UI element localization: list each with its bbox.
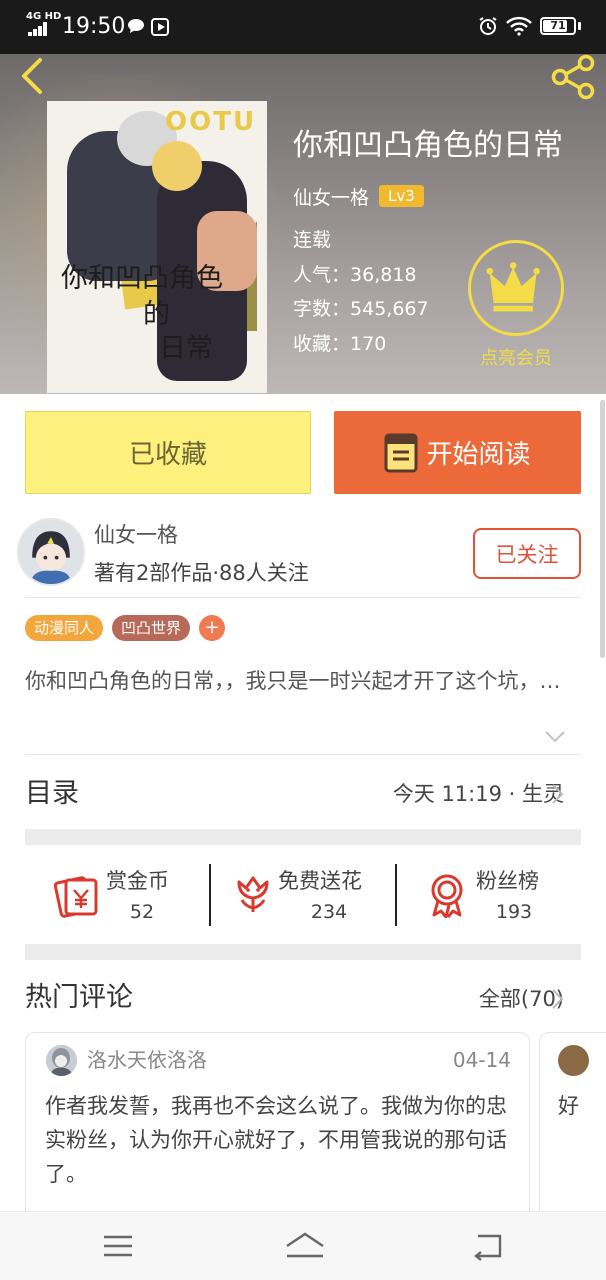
- reward-coins-button[interactable]: 赏金币 52: [54, 864, 194, 926]
- section-separator: [25, 944, 581, 960]
- comment-card[interactable]: 好: [539, 1032, 606, 1222]
- commenter-avatar[interactable]: [558, 1045, 589, 1076]
- book-header: OOTU 你和凹凸角色 的 日常 你和凹凸角色的日常 仙女一格 Lv3 连载 人…: [0, 54, 606, 394]
- alarm-clock-icon: [479, 17, 497, 35]
- divider: [25, 754, 581, 755]
- book-intro[interactable]: 你和凹凸角色的日常，，我只是一时兴起才开了这个坑，…: [25, 666, 573, 696]
- status-bar: 4G HD 19:50 71: [0, 0, 606, 54]
- section-separator: [25, 829, 581, 845]
- menu-icon: [104, 1235, 132, 1257]
- tag-list: 动漫同人 凹凸世界 +: [25, 615, 226, 641]
- chevron-right-icon[interactable]: [550, 988, 564, 1010]
- crown-icon: [486, 262, 540, 312]
- chevron-right-icon[interactable]: [550, 783, 564, 805]
- stat-separator: [209, 864, 211, 926]
- free-flowers-label: 免费送花: [278, 869, 362, 893]
- back-arrow-icon[interactable]: [14, 56, 54, 96]
- status-time: 19:50: [62, 14, 126, 39]
- home-icon: [286, 1232, 324, 1258]
- scrollbar[interactable]: [600, 400, 605, 658]
- cover-title-line3: 日常: [159, 333, 213, 364]
- comment-date: 04-14: [452, 1048, 511, 1072]
- catalog-title[interactable]: 目录: [25, 775, 79, 813]
- book-stats: 连载 人气：36,818 字数：545,667 收藏：170: [293, 223, 429, 362]
- reward-coins-value: 52: [129, 901, 155, 923]
- video-play-icon: [151, 18, 169, 36]
- favorites-row: 收藏：170: [293, 333, 387, 356]
- header-author-line: 仙女一格 Lv3: [293, 181, 424, 211]
- author-level-badge: Lv3: [379, 185, 424, 207]
- popularity-row: 人气：36,818: [293, 263, 417, 286]
- favorites-value: 170: [350, 333, 387, 356]
- word-count-value: 545,667: [350, 298, 429, 321]
- home-button[interactable]: [263, 1212, 343, 1280]
- signal-icon: [28, 22, 52, 36]
- word-count-row: 字数：545,667: [293, 298, 429, 321]
- book-status: 连载: [293, 229, 332, 251]
- book-cover[interactable]: OOTU 你和凹凸角色 的 日常: [47, 101, 267, 393]
- vip-label[interactable]: 点亮会员: [470, 344, 562, 370]
- chat-bubble-icon: [128, 19, 144, 33]
- fan-ranking-button[interactable]: 粉丝榜 193: [426, 864, 556, 926]
- flower-icon: [237, 876, 269, 912]
- hot-comments-title: 热门评论: [25, 982, 133, 1013]
- share-icon[interactable]: [548, 54, 598, 100]
- fan-ranking-value: 193: [495, 901, 533, 923]
- latest-chapter[interactable]: 今天 11:19 · 生灵: [393, 778, 564, 810]
- header-author-name[interactable]: 仙女一格: [293, 183, 369, 210]
- vip-crown-button[interactable]: [468, 240, 564, 336]
- tag-aotu-world[interactable]: 凹凸世界: [112, 615, 191, 641]
- collected-button[interactable]: 已收藏: [25, 411, 311, 494]
- comment-text: 好: [558, 1094, 579, 1118]
- start-reading-label: 开始阅读: [426, 440, 531, 470]
- free-flowers-button[interactable]: 免费送花 234: [230, 864, 390, 926]
- battery-tip: [578, 22, 581, 30]
- tag-anime-fanfic[interactable]: 动漫同人: [25, 615, 104, 641]
- commenter-avatar[interactable]: [46, 1045, 77, 1076]
- author-name[interactable]: 仙女一格: [94, 520, 178, 550]
- author-avatar[interactable]: [17, 518, 85, 586]
- network-indicator: 4G HD: [26, 11, 62, 22]
- reward-coins-label: 赏金币: [106, 869, 169, 893]
- divider: [25, 597, 581, 598]
- follow-button[interactable]: 已关注: [473, 528, 581, 579]
- back-icon: [474, 1234, 502, 1261]
- book-icon: [384, 433, 418, 472]
- cover-title-line1: 你和凹凸角色: [61, 263, 223, 294]
- author-stats: 著有2部作品·88人关注: [94, 561, 309, 585]
- wifi-icon: [506, 16, 532, 36]
- medal-icon: [431, 874, 463, 918]
- battery-icon: 71: [540, 17, 576, 35]
- cover-logo: OOTU: [165, 107, 257, 137]
- comment-text: 作者我发誓，我再也不会这么说了。我做为你的忠实粉丝，认为你开心就好了，不用管我说…: [45, 1094, 507, 1186]
- add-tag-button[interactable]: +: [199, 615, 226, 641]
- stat-separator: [395, 864, 397, 926]
- battery-level: 71: [550, 19, 566, 32]
- menu-button[interactable]: [78, 1212, 158, 1280]
- start-reading-button[interactable]: 开始阅读: [334, 411, 581, 494]
- comment-card[interactable]: 洛水天依洛洛 04-14 作者我发誓，我再也不会这么说了。我做为你的忠实粉丝，认…: [25, 1032, 530, 1222]
- system-nav-bar: [0, 1211, 606, 1280]
- red-envelope-yen-icon: [54, 876, 98, 918]
- book-title: 你和凹凸角色的日常: [293, 128, 563, 163]
- popularity-value: 36,818: [350, 263, 417, 286]
- fan-ranking-label: 粉丝榜: [476, 869, 539, 893]
- free-flowers-value: 234: [310, 901, 348, 923]
- cover-title-line2: 的: [143, 299, 170, 330]
- chevron-down-icon[interactable]: [544, 728, 566, 744]
- back-button[interactable]: [448, 1212, 528, 1280]
- commenter-name[interactable]: 洛水天依洛洛: [87, 1045, 207, 1075]
